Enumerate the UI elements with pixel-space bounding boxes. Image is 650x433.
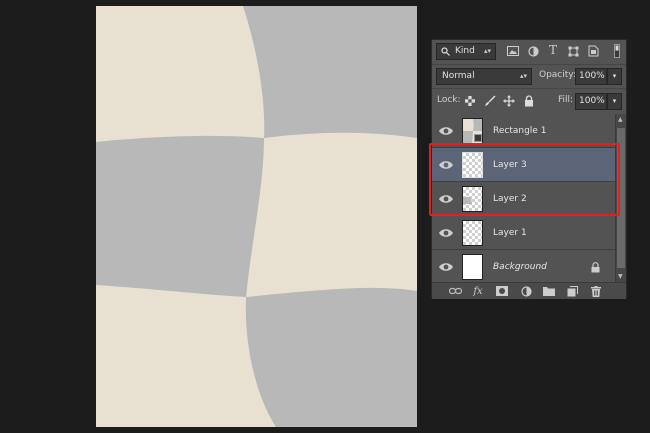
filter-kind-dropdown[interactable]: Kind ▴▾ [436, 43, 496, 60]
lock-image-pixels-icon[interactable] [483, 94, 497, 108]
scroll-up-icon[interactable]: ▲ [618, 116, 623, 123]
layer-name: Rectangle 1 [493, 126, 547, 136]
eye-icon[interactable] [438, 225, 454, 241]
fill-field[interactable]: 100% [575, 93, 607, 110]
layer-name: Layer 3 [493, 160, 527, 170]
adjustment-layer-icon[interactable] [519, 285, 533, 297]
eye-icon[interactable] [438, 123, 454, 139]
layer-thumbnail [462, 220, 483, 246]
layer-row-background[interactable]: Background [432, 250, 615, 282]
document-canvas[interactable] [96, 6, 417, 427]
blend-row: Normal ▴▾ Opacity: 100% ▾ [432, 64, 626, 87]
add-mask-icon[interactable] [495, 285, 509, 297]
lock-label: Lock: [437, 95, 461, 105]
opacity-value: 100% [579, 71, 605, 81]
lock-row: Lock: Fill: 100% ▾ [432, 88, 626, 113]
layers-scrollbar[interactable]: ▲ ▼ [615, 114, 626, 282]
opacity-dropdown-button[interactable]: ▾ [607, 68, 622, 85]
smart-object-filter-icon[interactable] [586, 44, 600, 58]
lock-transparent-pixels-icon[interactable] [464, 95, 476, 107]
cream-tile-top-left [96, 6, 265, 142]
lock-position-icon[interactable] [502, 94, 516, 108]
layer-name: Layer 1 [493, 228, 527, 238]
layer-row-layer-3[interactable]: Layer 3 [432, 148, 615, 182]
scroll-down-icon[interactable]: ▼ [618, 273, 623, 280]
opacity-label: Opacity: [539, 70, 576, 80]
eye-icon[interactable] [438, 157, 454, 173]
chevron-down-icon: ▾ [612, 72, 617, 80]
layer-name: Background [493, 262, 547, 272]
layer-name: Layer 2 [493, 194, 527, 204]
new-group-icon[interactable] [542, 285, 556, 297]
warped-checker-artwork [96, 6, 417, 427]
link-layers-icon[interactable] [448, 285, 462, 297]
lock-icon [590, 261, 600, 273]
new-layer-icon[interactable] [565, 285, 579, 297]
filter-kind-label: Kind [455, 46, 475, 56]
layer-row-layer-1[interactable]: Layer 1 [432, 216, 615, 250]
fill-label: Fill: [558, 95, 574, 105]
layers-list: Rectangle 1 Layer 3 Layer 2 Layer 1 Back… [432, 114, 615, 282]
chevron-updown-icon: ▴▾ [483, 47, 491, 55]
opacity-field[interactable]: 100% [575, 68, 607, 85]
layer-thumbnail [462, 152, 483, 178]
lock-all-icon[interactable] [522, 94, 536, 108]
filter-toggle-icon[interactable] [612, 43, 622, 59]
eye-icon[interactable] [438, 191, 454, 207]
fill-dropdown-button[interactable]: ▾ [607, 93, 622, 110]
image-filter-icon[interactable] [506, 44, 520, 58]
fx-icon[interactable]: fx [471, 284, 485, 298]
trash-icon[interactable] [589, 285, 603, 297]
layer-filter-bar: Kind ▴▾ T [432, 40, 626, 62]
layers-panel-footer: fx [432, 282, 626, 299]
layers-panel: Kind ▴▾ T Normal ▴▾ Opacity: 100% ▾ Lock… [431, 39, 627, 299]
smart-object-badge-icon [474, 134, 482, 142]
layer-thumbnail [462, 118, 483, 144]
type-filter-icon[interactable]: T [546, 43, 560, 57]
adjustment-filter-icon[interactable] [526, 44, 540, 58]
eye-icon[interactable] [438, 259, 454, 275]
layer-thumbnail [462, 186, 483, 212]
blend-mode-value: Normal [442, 71, 475, 81]
chevron-updown-icon: ▴▾ [519, 72, 527, 80]
scrollbar-thumb[interactable] [617, 128, 625, 268]
layer-row-layer-2[interactable]: Layer 2 [432, 182, 615, 216]
fill-value: 100% [579, 96, 605, 106]
blend-mode-dropdown[interactable]: Normal ▴▾ [436, 68, 532, 85]
cream-tile-center-right [246, 132, 417, 297]
shape-filter-icon[interactable] [566, 44, 580, 58]
layer-row-rectangle-1[interactable]: Rectangle 1 [432, 114, 615, 148]
chevron-down-icon: ▾ [612, 97, 617, 105]
search-icon [440, 44, 450, 59]
layer-thumbnail [462, 254, 483, 280]
